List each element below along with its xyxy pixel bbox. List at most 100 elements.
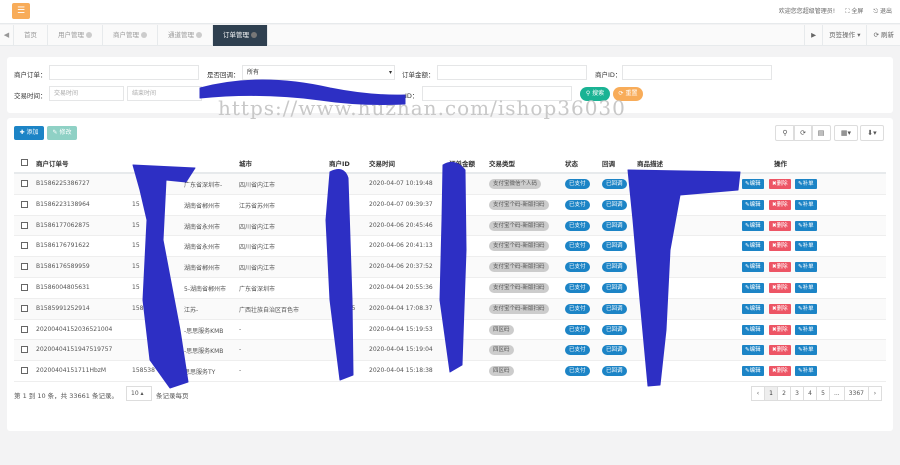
row-edit-button[interactable]: ✎编辑 [742, 241, 764, 252]
row-edit-button[interactable]: ✎编辑 [742, 262, 764, 273]
fullscreen-button[interactable]: ⛶ 全屏 [845, 6, 863, 16]
row-resend-label: 补单 [802, 347, 814, 354]
row-resend-button[interactable]: ✎补单 [795, 220, 817, 231]
row-resend-button[interactable]: ✎补单 [795, 366, 817, 377]
table-row[interactable]: B1586225386727 广东省深圳市- 四川省内江市 2020-04-07 10… [14, 174, 886, 195]
row-checkbox[interactable] [21, 367, 28, 375]
tab-home[interactable]: 首页 [14, 25, 48, 46]
trade-type-badge: 支付宝个码-新版扫码 [489, 262, 549, 273]
table-row[interactable]: B1586177062875 15 湖南省永州市 四川省内江市 2020-04-06 2… [14, 215, 886, 237]
row-checkbox[interactable] [21, 180, 28, 187]
row-delete-button[interactable]: ✖删除 [769, 220, 791, 231]
close-icon[interactable] [86, 32, 92, 38]
page-link[interactable]: 1 [763, 386, 778, 401]
id-input[interactable] [422, 86, 572, 101]
close-icon[interactable] [196, 32, 202, 38]
table-row[interactable]: B1586223138964 15 湖南省郴州市 江苏省苏州市 2020-04-07 0… [14, 195, 886, 216]
row-resend-button[interactable]: ✎补单 [795, 324, 817, 335]
close-icon[interactable] [251, 32, 257, 38]
select-all-checkbox[interactable] [21, 159, 28, 166]
row-edit-button[interactable]: ✎编辑 [742, 199, 764, 210]
row-delete-button[interactable]: ✖删除 [769, 262, 791, 273]
row-edit-button[interactable]: ✎编辑 [742, 345, 764, 356]
row-delete-button[interactable]: ✖删除 [769, 324, 791, 335]
row-edit-button[interactable]: ✎编辑 [742, 282, 764, 293]
table-row[interactable]: B1586176589959 15 湖南省郴州市 四川省内江市 5 2020-04-06 … [14, 257, 886, 278]
end-time-input[interactable]: 结束时间 [127, 86, 202, 101]
export-icon[interactable]: ⬇▾ [860, 125, 884, 141]
refresh-icon[interactable]: ⟳ [793, 125, 813, 141]
row-checkbox[interactable] [21, 304, 28, 312]
row-delete-button[interactable]: ✖删除 [769, 179, 791, 189]
row-delete-button[interactable]: ✖删除 [769, 345, 791, 356]
row-checkbox[interactable] [21, 283, 28, 291]
row-resend-button[interactable]: ✎补单 [795, 199, 817, 210]
merchant-order-input[interactable] [49, 65, 199, 80]
search-toggle-icon[interactable]: ⚲ [775, 125, 795, 141]
table-row[interactable]: 20200404151947519757 -思思服务KMB - A 2020-04-04… [14, 340, 886, 362]
row-delete-button[interactable]: ✖删除 [769, 366, 791, 377]
row-resend-button[interactable]: ✎补单 [795, 179, 817, 189]
edit-button[interactable]: ✎ 修改 [47, 126, 77, 140]
tab-merchants[interactable]: 商户管理 [103, 25, 158, 46]
search-button[interactable]: ⚲ 搜索 [580, 87, 610, 101]
page-link[interactable]: 5 [815, 386, 830, 401]
row-resend-button[interactable]: ✎补单 [795, 345, 817, 356]
columns-icon[interactable]: ▦▾ [834, 125, 858, 141]
reset-button[interactable]: ⟳ 重置 [613, 87, 643, 101]
page-link[interactable]: 2 [776, 386, 791, 401]
row-checkbox[interactable] [21, 221, 28, 229]
add-button[interactable]: ✚ 添加 [14, 126, 44, 140]
row-edit-button[interactable]: ✎编辑 [742, 303, 764, 314]
table-row[interactable]: B1585991252914 158 江苏- 广西壮族自治区百色市 115 2020-04… [14, 298, 886, 320]
table-row[interactable]: B1586176791622 15 湖南省永州市 四川省内江市 2020-04-06 2… [14, 236, 886, 258]
amount-input[interactable] [437, 65, 587, 80]
start-time-input[interactable]: 交易时间 [49, 86, 124, 101]
row-delete-label: 删除 [776, 305, 788, 312]
row-delete-button[interactable]: ✖删除 [769, 282, 791, 293]
row-checkbox[interactable] [21, 263, 28, 271]
page-link[interactable]: ‹ [750, 386, 765, 401]
row-edit-button[interactable]: ✎编辑 [742, 220, 764, 231]
row-edit-label: 编辑 [749, 181, 761, 187]
row-edit-button[interactable]: ✎编辑 [742, 179, 764, 189]
cell-time: 2020-04-06 20:45:46 [369, 221, 433, 229]
row-delete-button[interactable]: ✖删除 [769, 303, 791, 314]
tab-users[interactable]: 用户管理 [48, 25, 103, 46]
row-delete-button[interactable]: ✖删除 [769, 199, 791, 210]
row-checkbox[interactable] [21, 325, 28, 333]
page-link[interactable]: ... [828, 386, 845, 401]
row-delete-label: 删除 [776, 264, 788, 271]
row-resend-button[interactable]: ✎补单 [795, 282, 817, 293]
menu-toggle-button[interactable]: ☰ [12, 3, 30, 19]
table-row[interactable]: B1586004805631 15 5-湖南省郴州市 广东省深圳市 5 2020-04-0… [14, 278, 886, 299]
row-resend-button[interactable]: ✎补单 [795, 241, 817, 252]
row-delete-button[interactable]: ✖删除 [769, 241, 791, 252]
table-row[interactable]: 20200404151711HbzM 158538 思思服务TY - T 2020-04-… [14, 361, 886, 382]
close-icon[interactable] [141, 32, 147, 38]
tab-ops-dropdown[interactable]: 页签操作 ▾ [822, 25, 866, 46]
page-link[interactable]: › [868, 386, 882, 401]
merchant-id-input[interactable] [622, 65, 772, 80]
row-edit-button[interactable]: ✎编辑 [742, 366, 764, 377]
tab-orders[interactable]: 订单管理 [213, 25, 268, 46]
row-checkbox[interactable] [21, 200, 28, 208]
row-checkbox[interactable] [21, 242, 28, 250]
page-link[interactable]: 3367 [843, 386, 869, 401]
row-resend-button[interactable]: ✎补单 [795, 262, 817, 273]
is-callback-select[interactable]: 所有 ▾ [242, 65, 395, 80]
row-checkbox[interactable] [21, 346, 28, 354]
tab-left-arrow-icon[interactable]: ◀ [0, 25, 14, 46]
page-link[interactable]: 3 [789, 386, 804, 401]
page-size-select[interactable]: 10 ▴ [126, 386, 152, 401]
row-edit-button[interactable]: ✎编辑 [742, 324, 764, 335]
toggle-view-icon[interactable]: ▤ [811, 125, 831, 141]
trade-type-badge: 支付宝个码-新版扫码 [489, 241, 549, 252]
logout-button[interactable]: ⎋ 退出 [873, 6, 892, 16]
page-link[interactable]: 4 [802, 386, 817, 401]
row-resend-button[interactable]: ✎补单 [795, 303, 817, 314]
table-row[interactable]: 20200404152036521004 -思思服务KMB - 76 2020-04-0… [14, 320, 886, 341]
refresh-tab-button[interactable]: ⟳ 刷新 [866, 25, 900, 46]
tab-channels[interactable]: 通道管理 [158, 25, 213, 46]
tab-right-arrow-icon[interactable]: ▶ [804, 25, 822, 46]
